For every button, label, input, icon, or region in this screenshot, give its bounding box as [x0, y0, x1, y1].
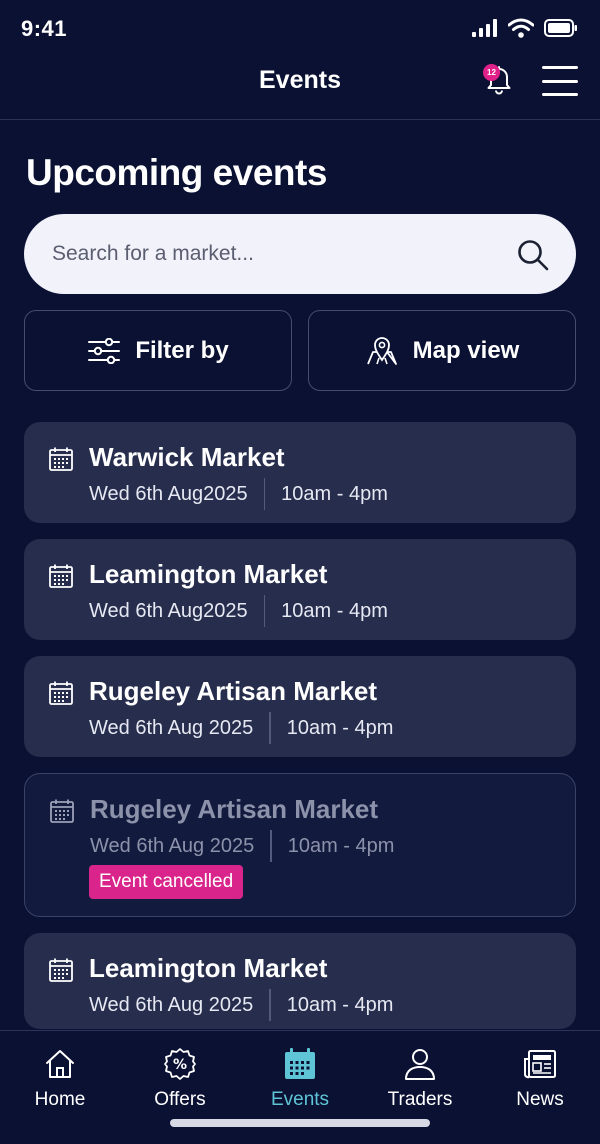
map-pin-icon: [366, 336, 397, 365]
divider: [269, 989, 271, 1021]
event-name: Leamington Market: [89, 953, 328, 983]
hamburger-menu-icon[interactable]: [542, 66, 578, 96]
sliders-icon: [88, 337, 121, 364]
event-card[interactable]: Leamington Market Wed 6th Aug 2025 10am …: [24, 933, 576, 1029]
calendar-icon: [285, 1048, 315, 1079]
home-indicator: [170, 1119, 430, 1127]
nav-item-home[interactable]: Home: [0, 1047, 120, 1111]
event-meta: Wed 6th Aug 2025 10am - 4pm: [89, 712, 393, 744]
search-input[interactable]: [52, 234, 512, 274]
svg-text:%: %: [173, 1057, 187, 1073]
nav-label: Traders: [387, 1089, 453, 1110]
event-time: 10am - 4pm: [281, 599, 388, 622]
event-date: Wed 6th Aug 2025: [90, 834, 255, 857]
event-date: Wed 6th Aug 2025: [89, 993, 254, 1016]
search-icon[interactable]: [516, 238, 550, 272]
calendar-icon: [50, 799, 74, 823]
status-time: 9:41: [21, 16, 68, 41]
nav-item-traders[interactable]: Traders: [360, 1047, 480, 1111]
nav-label: Events: [270, 1089, 330, 1110]
event-date: Wed 6th Aug 2025: [89, 716, 254, 739]
event-meta: Wed 6th Aug2025 10am - 4pm: [89, 595, 388, 627]
divider: [263, 595, 266, 627]
calendar-icon: [49, 447, 73, 471]
search-bar: [24, 214, 576, 294]
divider: [270, 830, 272, 862]
calendar-icon: [49, 564, 73, 588]
event-date: Wed 6th Aug2025: [89, 599, 248, 622]
home-icon: [46, 1050, 74, 1078]
divider: [263, 478, 266, 510]
notification-badge: 12: [483, 64, 500, 81]
nav-label: Home: [34, 1089, 86, 1110]
event-time: 10am - 4pm: [286, 993, 394, 1016]
nav-label: Offers: [154, 1089, 206, 1110]
signal-icon: [472, 19, 497, 37]
map-view-button-label: Map view: [412, 336, 520, 364]
nav-item-offers[interactable]: % Offers: [120, 1047, 240, 1111]
filter-button-label: Filter by: [135, 336, 229, 364]
battery-icon: [544, 19, 577, 37]
event-name: Leamington Market: [89, 559, 328, 589]
event-date: Wed 6th Aug2025: [89, 482, 248, 505]
event-card[interactable]: Warwick Market Wed 6th Aug2025 10am - 4p…: [24, 422, 576, 523]
calendar-icon: [49, 681, 73, 705]
nav-item-news[interactable]: News: [480, 1047, 600, 1111]
event-card-cancelled[interactable]: Rugeley Artisan Market Wed 6th Aug 2025 …: [24, 773, 576, 917]
event-card[interactable]: Leamington Market Wed 6th Aug2025 10am -…: [24, 539, 576, 640]
event-name: Rugeley Artisan Market: [89, 676, 378, 706]
page-title: Upcoming events: [26, 152, 327, 193]
map-view-button[interactable]: Map view: [308, 310, 576, 391]
nav-label: News: [516, 1089, 564, 1110]
nav-item-events[interactable]: Events: [240, 1047, 360, 1111]
offers-icon: %: [164, 1048, 196, 1080]
wifi-icon: [508, 18, 534, 38]
divider: [269, 712, 271, 744]
app-header: Events 12: [0, 48, 600, 120]
newspaper-icon: [524, 1050, 556, 1079]
event-meta: Wed 6th Aug 2025 10am - 4pm: [90, 830, 394, 862]
filter-button[interactable]: Filter by: [24, 310, 292, 391]
event-name: Rugeley Artisan Market: [90, 794, 379, 824]
event-card[interactable]: Rugeley Artisan Market Wed 6th Aug 2025 …: [24, 656, 576, 757]
status-icons: [472, 18, 578, 38]
event-time: 10am - 4pm: [281, 482, 388, 505]
user-icon: [405, 1049, 435, 1080]
cancelled-badge: Event cancelled: [89, 865, 244, 899]
event-meta: Wed 6th Aug 2025 10am - 4pm: [89, 989, 393, 1021]
event-meta: Wed 6th Aug2025 10am - 4pm: [89, 478, 388, 510]
calendar-icon: [49, 958, 73, 982]
event-name: Warwick Market: [89, 442, 285, 472]
event-time: 10am - 4pm: [287, 834, 395, 857]
event-time: 10am - 4pm: [286, 716, 394, 739]
